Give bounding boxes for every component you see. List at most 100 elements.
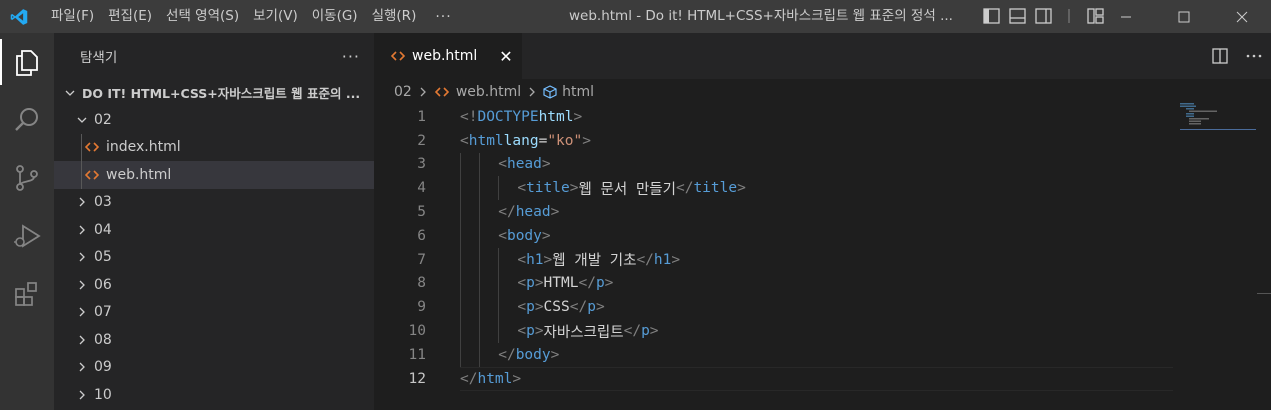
code-line[interactable]: 3 < head > — [374, 152, 1271, 177]
menu-item[interactable]: 선택 영역(S) — [159, 0, 246, 33]
code-text: < h1 > 웹 개발 기초 </h1 > — [517, 251, 681, 270]
toggle-secondary-sidebar-icon[interactable] — [1034, 7, 1053, 25]
symbol-element-icon — [543, 84, 557, 99]
search-icon — [15, 108, 38, 131]
explorer-sidebar: 탐색기 ··· DO IT! HTML+CSS+자바스크립트 웹 표준의 ...… — [54, 33, 374, 410]
vscode-logo-icon — [4, 0, 34, 33]
tab-web-html[interactable]: web.html ✕ — [374, 33, 522, 79]
code-line[interactable]: 12 </html > — [374, 366, 1271, 391]
folder-row[interactable]: 06 — [54, 271, 374, 299]
close-window-button[interactable] — [1213, 0, 1271, 33]
activity-bar — [0, 33, 54, 410]
activity-extensions[interactable] — [0, 265, 54, 323]
line-number: 2 — [417, 132, 426, 149]
code-line[interactable]: 6 < body > — [374, 223, 1271, 248]
folder-row[interactable]: 10 — [54, 381, 374, 409]
tab-label: web.html — [412, 48, 478, 64]
file-row[interactable]: index.html — [54, 133, 374, 161]
line-number: 9 — [417, 299, 426, 316]
code-text: </html > — [460, 370, 522, 387]
code-line[interactable]: 9 < p > CSS </p > — [374, 295, 1271, 320]
sidebar-header: 탐색기 ··· — [54, 33, 374, 79]
folder-row[interactable]: 04 — [54, 216, 374, 244]
code-line[interactable]: 11 </body > — [374, 342, 1271, 367]
tab-bar: web.html ✕ — [374, 33, 1271, 79]
code-line[interactable]: 4 < title > 웹 문서 만들기 </title > — [374, 176, 1271, 201]
workspace-root-label: DO IT! HTML+CSS+자바스크립트 웹 표준의 ... — [82, 86, 361, 101]
tab-close-button[interactable]: ✕ — [499, 47, 512, 66]
folder-row[interactable]: 05 — [54, 244, 374, 272]
line-number: 7 — [417, 251, 426, 268]
menu-item[interactable]: 보기(V) — [246, 0, 305, 33]
code-line[interactable]: 7 < h1 > 웹 개발 기초 </h1 > — [374, 247, 1271, 272]
maximize-button[interactable] — [1155, 0, 1213, 33]
folder-row-02[interactable]: 02 — [54, 106, 374, 134]
file-label: web.html — [106, 166, 172, 183]
menu-item[interactable]: 이동(G) — [305, 0, 365, 33]
code-text: < body > — [498, 227, 551, 244]
activity-search[interactable] — [0, 91, 54, 149]
explorer-icon — [16, 50, 38, 76]
toggle-panel-icon[interactable] — [1008, 7, 1027, 25]
folder-label: 03 — [94, 194, 112, 211]
split-editor-icon[interactable] — [1211, 47, 1229, 65]
breadcrumb-file[interactable]: web.html — [456, 84, 521, 100]
code-editor[interactable]: 1 <! DOCTYPE html > 2 < html lang = "ko" > 3 < head >… — [374, 105, 1271, 391]
line-number: 4 — [417, 180, 426, 197]
chevron-down-icon — [62, 85, 78, 101]
menu-item[interactable]: 실행(R) — [365, 0, 424, 33]
source-control-icon — [16, 165, 38, 191]
menu-item[interactable]: 파일(F) — [44, 0, 101, 33]
line-number: 6 — [417, 227, 426, 244]
window-controls — [1097, 0, 1271, 33]
breadcrumb-symbol[interactable]: html — [562, 84, 594, 100]
minimize-button[interactable] — [1097, 0, 1155, 33]
minimize-icon — [1121, 16, 1131, 17]
vertical-scrollbar[interactable] — [1257, 293, 1271, 294]
activity-explorer[interactable] — [0, 33, 54, 91]
folder-row[interactable]: 07 — [54, 299, 374, 327]
chevron-right-icon — [74, 222, 90, 238]
close-icon — [1236, 11, 1248, 22]
breadcrumb-folder[interactable]: 02 — [394, 84, 412, 100]
title-bar: 파일(F) 편집(E) 선택 영역(S) 보기(V) 이동(G) 실행(R) ··· we… — [0, 0, 1271, 33]
more-actions-icon[interactable] — [1245, 47, 1263, 65]
code-text: < html lang = "ko" > — [460, 132, 591, 149]
activity-source-control[interactable] — [0, 149, 54, 207]
menu-more-button[interactable]: ··· — [423, 9, 463, 25]
activity-run-debug[interactable] — [0, 207, 54, 265]
file-label: index.html — [106, 139, 181, 156]
sidebar-more-actions-button[interactable]: ··· — [342, 47, 360, 66]
folder-label: 02 — [94, 111, 112, 128]
code-line[interactable]: 1 <! DOCTYPE html > — [374, 105, 1271, 129]
folder-label: 06 — [94, 276, 112, 293]
code-text: < p > HTML </p > — [517, 275, 614, 292]
chevron-down-icon — [74, 112, 90, 128]
folder-label: 07 — [94, 304, 112, 321]
folder-row[interactable]: 03 — [54, 189, 374, 217]
toggle-primary-sidebar-icon[interactable] — [982, 7, 1001, 25]
divider-icon — [1068, 9, 1070, 23]
code-line[interactable]: 10 < p > 자바스크립트 </p > — [374, 319, 1271, 343]
chevron-right-icon — [74, 249, 90, 265]
html-file-icon — [390, 50, 406, 62]
menu-item[interactable]: 편집(E) — [101, 0, 159, 33]
file-row[interactable]: web.html — [54, 161, 374, 189]
chevron-right-icon — [74, 387, 90, 403]
folder-label: 08 — [94, 331, 112, 348]
maximize-icon — [1178, 11, 1190, 22]
workspace-root-folder[interactable]: DO IT! HTML+CSS+자바스크립트 웹 표준의 ... — [54, 79, 374, 106]
folder-row[interactable]: 09 — [54, 354, 374, 382]
code-line[interactable]: 8 < p > HTML </p > — [374, 271, 1271, 296]
code-line[interactable]: 5 </head > — [374, 200, 1271, 224]
folder-row[interactable]: 08 — [54, 326, 374, 354]
line-number: 10 — [408, 323, 426, 340]
folder-label: 09 — [94, 359, 112, 376]
window-title: web.html - Do it! HTML+CSS+자바스크립트 웹 표준의 … — [569, 8, 953, 24]
html-file-icon — [434, 86, 450, 98]
html-file-icon — [84, 169, 100, 181]
menu-bar: 파일(F) 편집(E) 선택 영역(S) 보기(V) 이동(G) 실행(R) — [44, 0, 423, 33]
code-text: < head > — [498, 156, 551, 173]
code-line[interactable]: 2 < html lang = "ko" > — [374, 129, 1271, 153]
minimap[interactable] — [1180, 103, 1256, 131]
